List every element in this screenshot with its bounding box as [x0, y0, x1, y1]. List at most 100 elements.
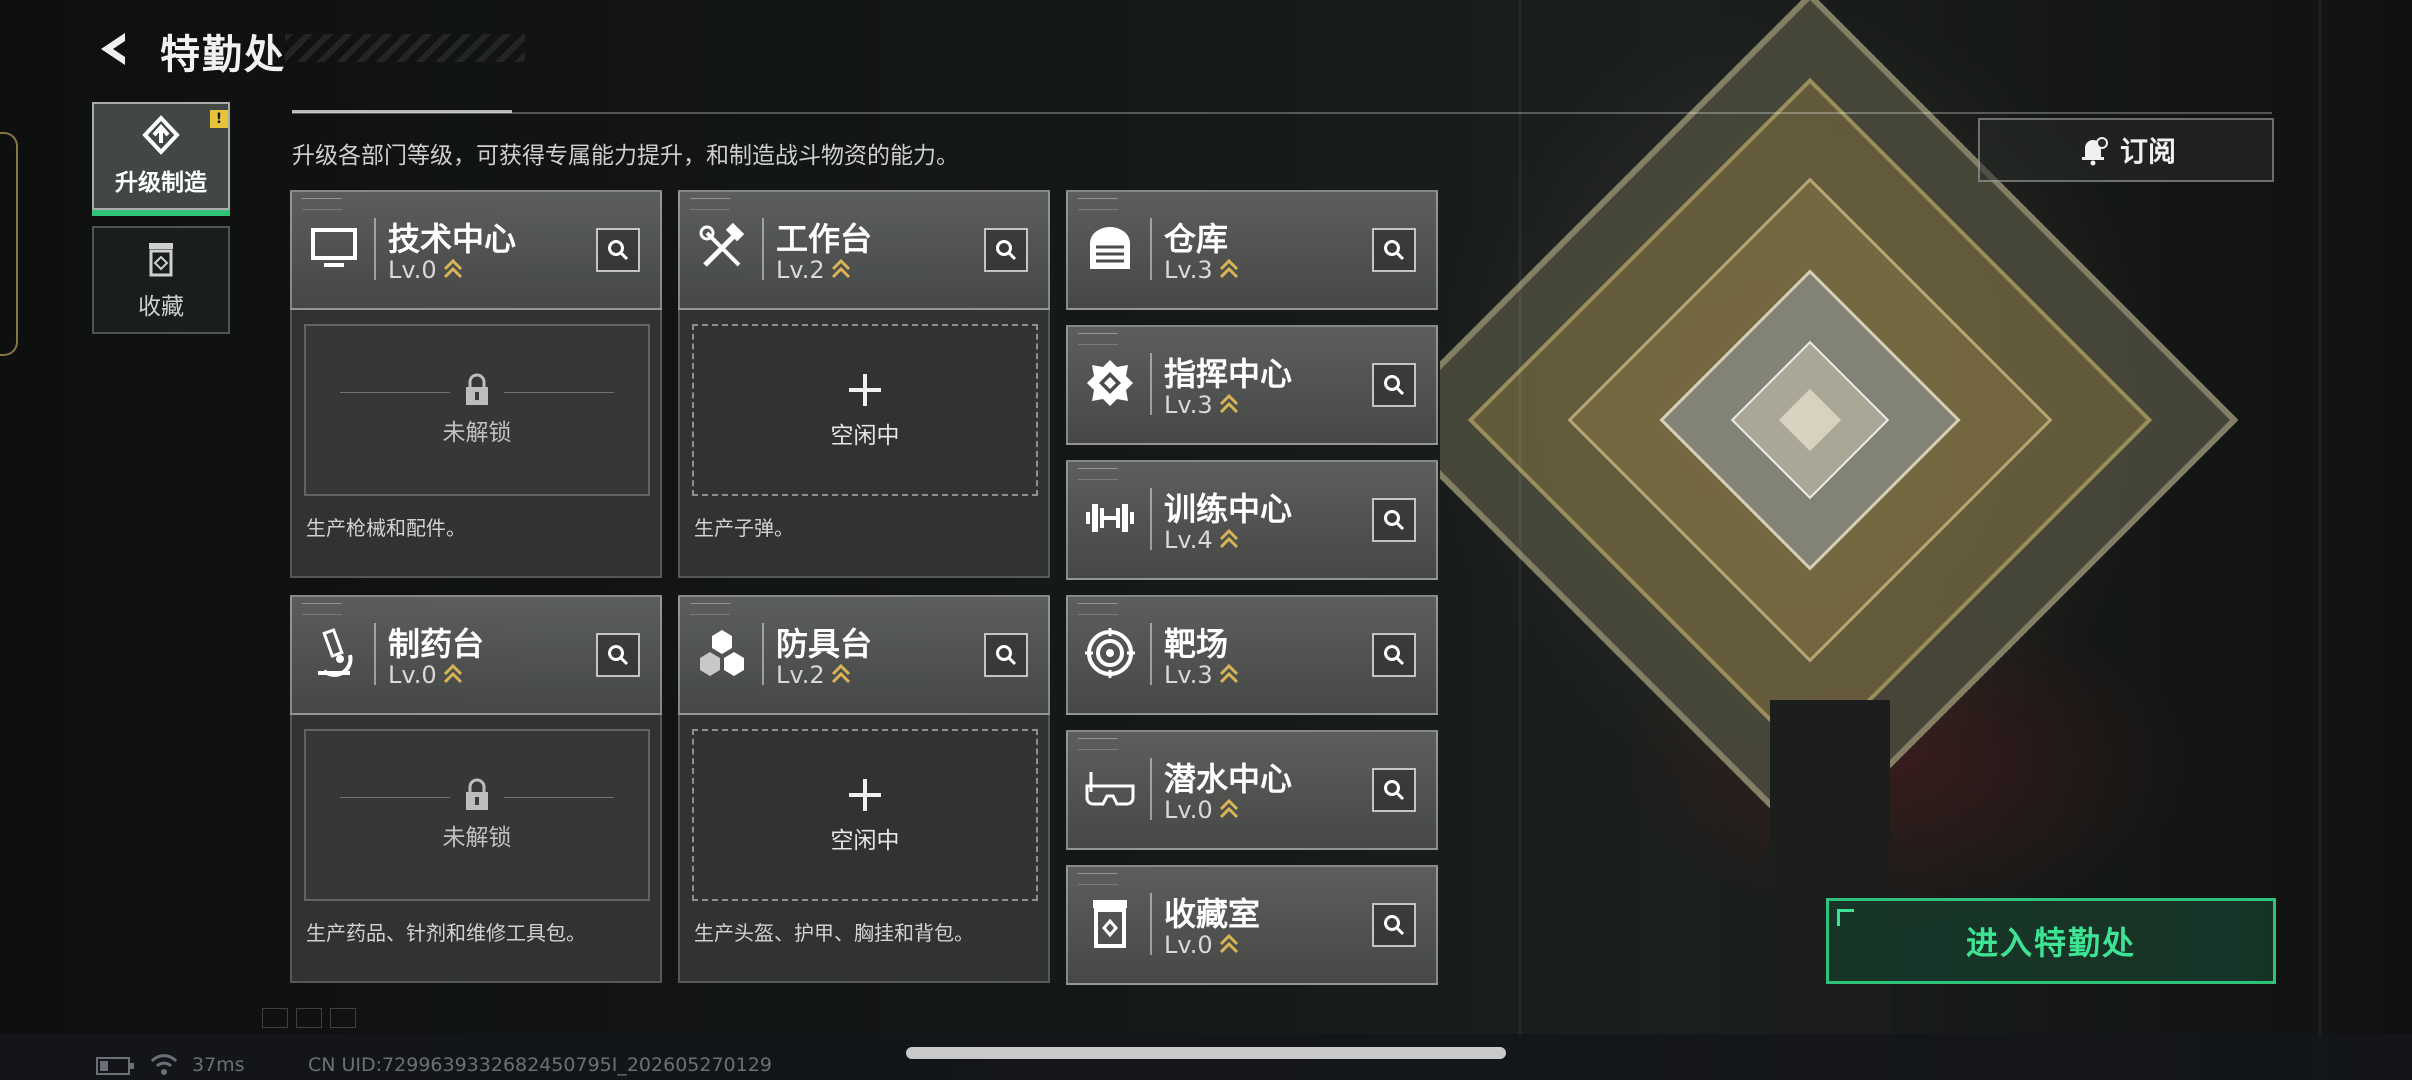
card-decoration: [1078, 333, 1118, 345]
facility-card-training-center[interactable]: 训练中心 Lv.4: [1066, 460, 1438, 580]
facility-card-diving-center[interactable]: 潜水中心 Lv.0: [1066, 730, 1438, 850]
card-decoration: [1078, 873, 1118, 885]
card-separator: [1150, 893, 1152, 955]
production-panel: 空闲中 生产子弹。: [678, 310, 1050, 578]
section-divider-highlight: [292, 110, 512, 113]
page-title: 特勤处: [160, 32, 286, 78]
card-separator: [1150, 218, 1152, 280]
production-slot-locked: 未解锁: [304, 324, 650, 496]
facility-search-button[interactable]: [1372, 498, 1416, 542]
facility-search-button[interactable]: [1372, 903, 1416, 947]
active-tab-indicator: [92, 210, 230, 216]
level-text: Lv.0: [1164, 931, 1213, 959]
level-text: Lv.0: [388, 661, 437, 689]
left-edge-tab: [0, 132, 18, 356]
lock-icon: [466, 373, 488, 405]
card-separator: [762, 623, 764, 685]
command-icon: [1082, 355, 1138, 411]
target-icon: [1082, 625, 1138, 681]
enter-special-ops-button[interactable]: 进入特勤处: [1826, 898, 2276, 984]
level-up-chevron-icon: [1219, 393, 1238, 414]
level-text: Lv.3: [1164, 391, 1213, 419]
card-separator: [1150, 623, 1152, 685]
enter-button-label: 进入特勤处: [1965, 924, 2136, 962]
level-text: Lv.2: [776, 661, 825, 689]
facility-search-button[interactable]: [1372, 363, 1416, 407]
search-icon: [1384, 915, 1405, 936]
level-text: Lv.3: [1164, 256, 1213, 284]
slot-status: 空闲中: [830, 423, 900, 449]
facility-card-armor-bench[interactable]: 防具台 Lv.2: [678, 595, 1050, 715]
subscribe-button[interactable]: 订阅: [1978, 118, 2274, 182]
facility-card-tech-center[interactable]: 技术中心 Lv.0: [290, 190, 662, 310]
facility-name: 潜水中心: [1164, 760, 1293, 798]
header-decoration: [285, 34, 525, 62]
level-up-chevron-icon: [1219, 933, 1238, 954]
facility-search-button[interactable]: [984, 633, 1028, 677]
facility-card-collection-room[interactable]: 收藏室 Lv.0: [1066, 865, 1438, 985]
slot-line: [504, 392, 614, 393]
facility-name: 仓库: [1164, 220, 1229, 258]
facility-card-warehouse[interactable]: 仓库 Lv.3: [1066, 190, 1438, 310]
level-text: Lv.4: [1164, 526, 1213, 554]
facility-search-button[interactable]: [596, 228, 640, 272]
facility-card-shooting-range[interactable]: 靶场 Lv.3: [1066, 595, 1438, 715]
level-text: Lv.0: [1164, 796, 1213, 824]
home-indicator[interactable]: [906, 1047, 1506, 1059]
facility-search-button[interactable]: [1372, 768, 1416, 812]
tab-upgrade-craft[interactable]: ! 升级制造: [92, 102, 230, 216]
back-button[interactable]: [92, 26, 138, 72]
search-icon: [1384, 645, 1405, 666]
tab-label: 收藏: [138, 294, 184, 320]
card-decoration: [1078, 198, 1118, 210]
facility-name: 工作台: [776, 220, 873, 258]
facility-search-button[interactable]: [1372, 633, 1416, 677]
facility-name: 指挥中心: [1164, 355, 1293, 393]
search-icon: [1384, 510, 1405, 531]
facility-name: 防具台: [776, 625, 873, 663]
search-icon: [996, 645, 1017, 666]
card-decoration: [690, 603, 730, 615]
warehouse-icon: [1082, 220, 1138, 276]
tab-collection[interactable]: 收藏: [92, 226, 230, 334]
card-separator: [1150, 488, 1152, 550]
page-description: 升级各部门等级，可获得专属能力提升，和制造战斗物资的能力。: [292, 143, 959, 169]
card-decoration: [690, 198, 730, 210]
battery-icon: [96, 1057, 134, 1075]
level-up-chevron-icon: [443, 258, 462, 279]
level-up-chevron-icon: [1219, 798, 1238, 819]
level-up-chevron-icon: [443, 663, 462, 684]
production-slot-idle[interactable]: 空闲中: [692, 729, 1038, 901]
search-icon: [608, 240, 629, 261]
card-decoration: [1078, 468, 1118, 480]
card-separator: [374, 218, 376, 280]
level-up-chevron-icon: [1219, 528, 1238, 549]
production-slot-idle[interactable]: 空闲中: [692, 324, 1038, 496]
facility-description: 生产枪械和配件。: [306, 516, 466, 540]
level-up-chevron-icon: [831, 663, 850, 684]
upgrade-icon: [142, 115, 180, 155]
facility-card-pharmacy[interactable]: 制药台 Lv.0: [290, 595, 662, 715]
facility-name: 制药台: [388, 625, 485, 663]
search-icon: [1384, 780, 1405, 801]
card-decoration: [1078, 603, 1118, 615]
bottom-decoration: [262, 1008, 356, 1028]
slot-status: 未解锁: [442, 825, 512, 851]
facility-level: Lv.0: [1164, 796, 1239, 824]
facility-card-workbench[interactable]: 工作台 Lv.2: [678, 190, 1050, 310]
facility-search-button[interactable]: [1372, 228, 1416, 272]
facility-search-button[interactable]: [596, 633, 640, 677]
facility-description: 生产子弹。: [694, 516, 794, 540]
production-slot-locked: 未解锁: [304, 729, 650, 901]
facility-level: Lv.0: [388, 256, 463, 284]
section-divider: [292, 112, 2272, 114]
facility-name: 训练中心: [1164, 490, 1293, 528]
button-corner-decoration: [1837, 909, 1854, 926]
facility-search-button[interactable]: [984, 228, 1028, 272]
diving-mask-icon: [1082, 760, 1138, 816]
facility-card-command-center[interactable]: 指挥中心 Lv.3: [1066, 325, 1438, 445]
microscope-icon: [306, 625, 362, 681]
facility-level: Lv.3: [1164, 391, 1239, 419]
facility-level: Lv.3: [1164, 256, 1239, 284]
plus-icon: [849, 779, 881, 811]
